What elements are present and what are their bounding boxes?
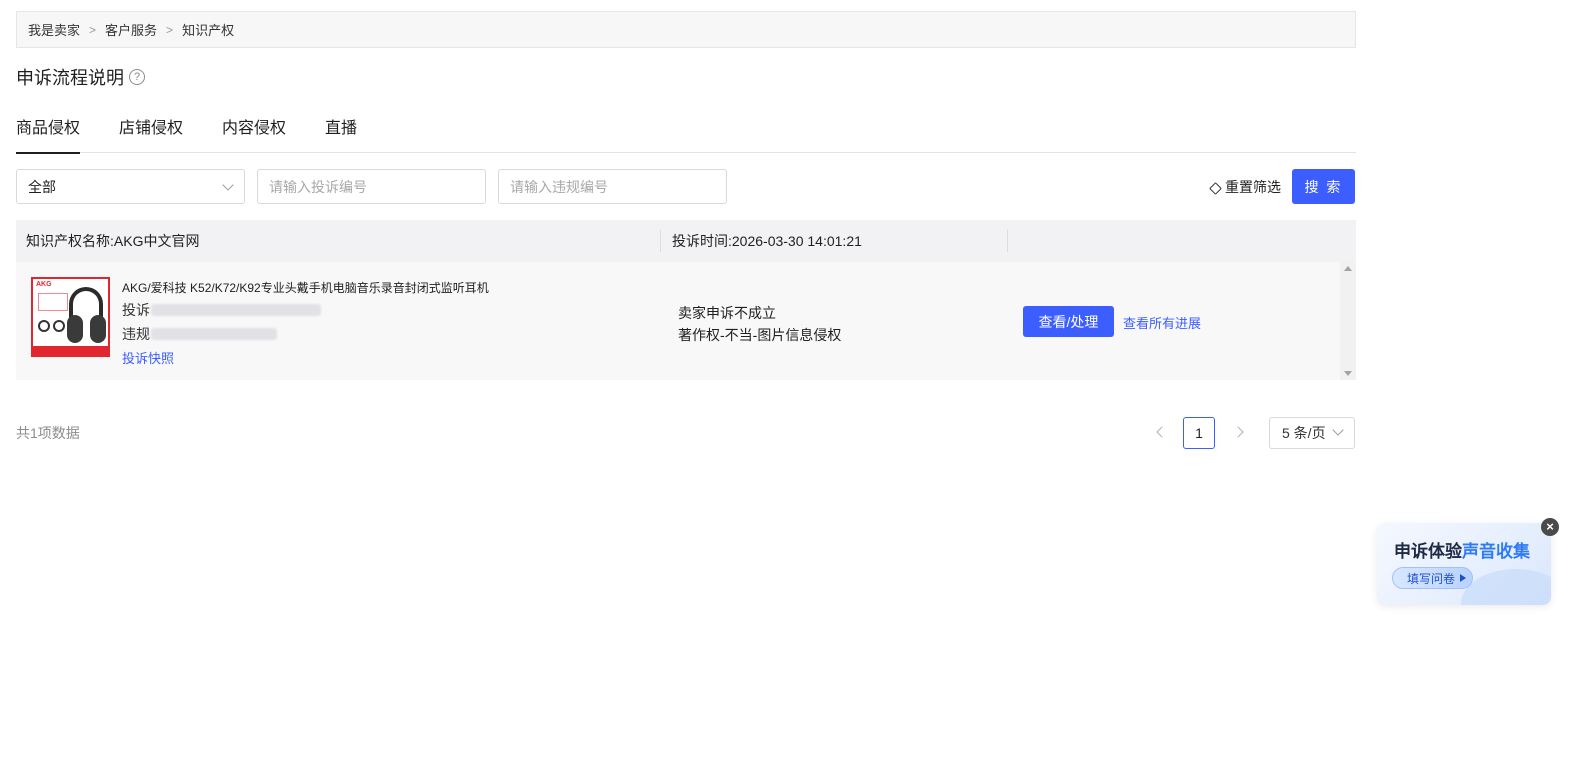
survey-title-prefix: 申诉体验 bbox=[1394, 542, 1462, 561]
view-handle-button[interactable]: 查看/处理 bbox=[1023, 306, 1114, 337]
status-text: 卖家申诉不成立 bbox=[678, 305, 776, 321]
page-size-value: 5 条/页 bbox=[1282, 425, 1326, 441]
breadcrumb-item-ip: 知识产权 bbox=[182, 23, 235, 38]
fill-survey-button[interactable]: 填写问卷 bbox=[1392, 567, 1473, 589]
complaint-label: 投诉 bbox=[122, 302, 150, 318]
scroll-up-icon[interactable] bbox=[1344, 266, 1352, 271]
chevron-down-icon bbox=[1332, 424, 1344, 436]
product-thumbnail[interactable]: AKG bbox=[31, 277, 110, 357]
chevron-down-icon bbox=[222, 178, 234, 191]
thumbnail-feature-icon bbox=[53, 320, 65, 332]
page-title: 申诉流程说明 ? bbox=[16, 66, 145, 88]
search-button[interactable]: 搜 索 bbox=[1292, 169, 1355, 204]
violation-number-redacted bbox=[151, 328, 277, 340]
tab-bar: 商品侵权 店铺侵权 内容侵权 直播 bbox=[16, 117, 1356, 154]
breadcrumb-item-seller[interactable]: 我是卖家 bbox=[28, 20, 80, 39]
reason-text: 著作权-不当-图片信息侵权 bbox=[678, 327, 842, 343]
reset-filter-button[interactable]: 重置筛选 bbox=[1209, 177, 1281, 197]
survey-title-highlight: 声音收集 bbox=[1462, 542, 1530, 561]
tab-store-infringement[interactable]: 店铺侵权 bbox=[119, 117, 183, 153]
status-block: 卖家申诉不成立 著作权-不当-图片信息侵权 bbox=[678, 302, 841, 346]
reset-filter-label: 重置筛选 bbox=[1225, 179, 1281, 195]
breadcrumb-item-customer-service[interactable]: 客户服务 bbox=[105, 20, 157, 39]
complaint-number-field: 投诉 bbox=[122, 300, 321, 320]
scroll-down-icon[interactable] bbox=[1344, 371, 1352, 376]
table-scrollbar[interactable] bbox=[1340, 262, 1356, 380]
violation-number-field: 违规 bbox=[122, 324, 277, 344]
page-number-button[interactable]: 1 bbox=[1183, 417, 1215, 449]
thumbnail-tag bbox=[38, 293, 68, 311]
type-select-value: 全部 bbox=[28, 178, 56, 195]
chevron-left-icon[interactable] bbox=[1156, 426, 1168, 438]
breadcrumb: 我是卖家 > 客户服务 > 知识产权 bbox=[16, 11, 1356, 48]
ip-name-header: 知识产权名称:AKG中文官网 bbox=[16, 230, 661, 252]
product-title[interactable]: AKG/爱科技 K52/K72/K92专业头戴手机电脑音乐录音封闭式监听耳机 bbox=[122, 279, 489, 296]
tab-product-infringement[interactable]: 商品侵权 bbox=[16, 117, 81, 154]
play-icon bbox=[1460, 574, 1467, 582]
survey-widget[interactable]: 申诉体验声音收集 填写问卷 bbox=[1377, 523, 1551, 605]
thumbnail-brand: AKG bbox=[36, 281, 52, 288]
complaint-number-input[interactable] bbox=[257, 169, 486, 204]
total-count: 共1项数据 bbox=[16, 425, 80, 441]
table-row: AKG AKG/爱科技 K52/K72/K92专业头戴手机电脑音乐录音封闭式监听… bbox=[16, 262, 1340, 380]
breadcrumb-separator: > bbox=[89, 22, 97, 37]
type-select[interactable]: 全部 bbox=[16, 169, 245, 204]
complaint-snapshot-link[interactable]: 投诉快照 bbox=[122, 348, 174, 367]
breadcrumb-separator: > bbox=[166, 22, 174, 37]
fill-survey-label: 填写问卷 bbox=[1407, 571, 1456, 586]
thumbnail-footer bbox=[33, 346, 108, 355]
page-root: 我是卖家 > 客户服务 > 知识产权 申诉流程说明 ? 商品侵权 店铺侵权 内容… bbox=[0, 0, 1592, 760]
tab-content-infringement[interactable]: 内容侵权 bbox=[222, 117, 286, 153]
eraser-icon bbox=[1209, 181, 1222, 195]
survey-title: 申诉体验声音收集 bbox=[1394, 537, 1530, 562]
violation-number-input[interactable] bbox=[498, 169, 727, 204]
page-title-text: 申诉流程说明 bbox=[16, 68, 124, 88]
table-header: 知识产权名称:AKG中文官网 投诉时间:2026-03-30 14:01:21 bbox=[16, 220, 1356, 262]
survey-decoration bbox=[1461, 569, 1551, 605]
headphone-cup-right bbox=[90, 315, 106, 343]
complaint-time-header: 投诉时间:2026-03-30 14:01:21 bbox=[661, 230, 1008, 252]
headphone-cup-left bbox=[67, 315, 83, 343]
help-icon[interactable]: ? bbox=[129, 69, 145, 85]
thumbnail-feature-icon bbox=[38, 320, 50, 332]
tab-live[interactable]: 直播 bbox=[325, 117, 357, 153]
close-icon[interactable]: × bbox=[1541, 518, 1559, 536]
violation-label: 违规 bbox=[122, 326, 150, 342]
view-all-progress-link[interactable]: 查看所有进展 bbox=[1123, 313, 1201, 332]
chevron-right-icon[interactable] bbox=[1232, 426, 1244, 438]
page-size-select[interactable]: 5 条/页 bbox=[1269, 417, 1355, 449]
complaint-number-redacted bbox=[151, 304, 321, 316]
